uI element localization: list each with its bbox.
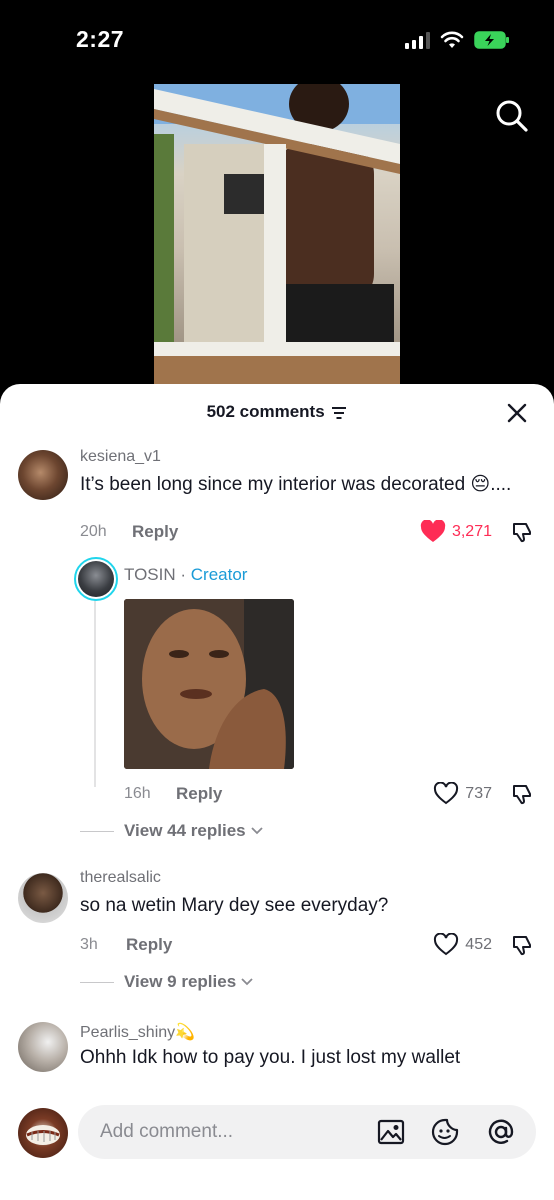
comment-username[interactable]: therealsalic [80, 869, 534, 887]
my-avatar[interactable] [18, 1108, 68, 1158]
reply-image[interactable] [124, 599, 294, 769]
reply-button[interactable]: Reply [176, 784, 222, 804]
comment-input-bar: Add comment... [0, 1100, 554, 1200]
battery-charging-icon [474, 31, 509, 49]
creator-reply: TOSIN · Creator 16h Reply 737 [74, 557, 554, 807]
reply-button[interactable]: Reply [132, 522, 178, 542]
signal-icon [405, 31, 430, 49]
comment-meta: 20h Reply 3,271 [80, 519, 534, 545]
comment-item: Pearlis_shiny💫 Ohhh Idk how to pay you. … [0, 1022, 554, 1072]
status-icons [405, 30, 510, 50]
close-icon[interactable] [506, 402, 528, 424]
like-button[interactable]: 3,271 [420, 520, 492, 544]
dislike-icon[interactable] [510, 933, 534, 957]
dislike-icon[interactable] [510, 782, 534, 806]
comment-text: so na wetin Mary dey see everyday? [80, 895, 389, 916]
comments-count[interactable]: 502 comments [0, 402, 554, 422]
filter-icon[interactable] [331, 406, 347, 420]
reply-time: 16h [124, 785, 151, 802]
comment-input[interactable]: Add comment... [78, 1105, 536, 1159]
status-time: 2:27 [76, 26, 125, 52]
like-count: 737 [465, 785, 492, 802]
comment-item: therealsalic so na wetin Mary dey see ev… [0, 869, 554, 958]
wifi-icon [440, 31, 464, 48]
comments-header: 502 comments [0, 384, 554, 440]
chevron-down-icon [241, 978, 253, 986]
avatar[interactable] [18, 450, 68, 500]
view-replies-button[interactable]: View 44 replies [80, 817, 554, 845]
status-bar: 2:27 [0, 0, 554, 80]
heart-outline-icon [434, 933, 459, 956]
creator-username[interactable]: TOSIN · Creator [124, 557, 534, 585]
thread-line [94, 597, 96, 787]
dislike-icon[interactable] [510, 520, 534, 544]
search-icon[interactable] [494, 98, 530, 134]
heart-outline-icon [434, 782, 459, 805]
video-area[interactable] [0, 80, 554, 400]
image-icon[interactable] [376, 1117, 406, 1147]
comment-time: 3h [80, 936, 98, 953]
reply-image-picture [124, 599, 294, 769]
reply-button[interactable]: Reply [126, 935, 172, 955]
comment-username[interactable]: Pearlis_shiny💫 [80, 1022, 534, 1042]
comment-meta: 3h Reply 452 [80, 932, 534, 958]
like-count: 452 [465, 936, 492, 953]
mention-icon[interactable] [486, 1117, 516, 1147]
heart-filled-icon [420, 520, 446, 542]
comment-input-placeholder: Add comment... [100, 1121, 234, 1142]
comment-username[interactable]: kesiena_v1 [80, 448, 534, 466]
creator-avatar[interactable] [74, 557, 118, 601]
video-scene [154, 84, 400, 384]
like-button[interactable]: 452 [433, 933, 492, 957]
like-button[interactable]: 737 [433, 782, 492, 806]
comment-text: Ohhh Idk how to pay you. I just lost my … [80, 1047, 461, 1068]
comment-item: kesiena_v1 It’s been long since my inter… [0, 448, 554, 545]
creator-badge: Creator [190, 565, 248, 584]
sticker-icon[interactable] [430, 1117, 460, 1147]
comment-time: 20h [80, 523, 107, 540]
comments-sheet: 502 comments kesiena_v1 It’s been long s… [0, 384, 554, 1200]
avatar[interactable] [18, 873, 68, 923]
comment-text: It’s been long since my interior was dec… [80, 474, 512, 495]
video-thumbnail[interactable] [154, 84, 400, 384]
reply-meta: 16h Reply 737 [124, 781, 534, 807]
view-replies-button[interactable]: View 9 replies [80, 968, 554, 996]
avatar[interactable] [18, 1022, 68, 1072]
chevron-down-icon [250, 827, 263, 835]
like-count: 3,271 [451, 523, 492, 540]
